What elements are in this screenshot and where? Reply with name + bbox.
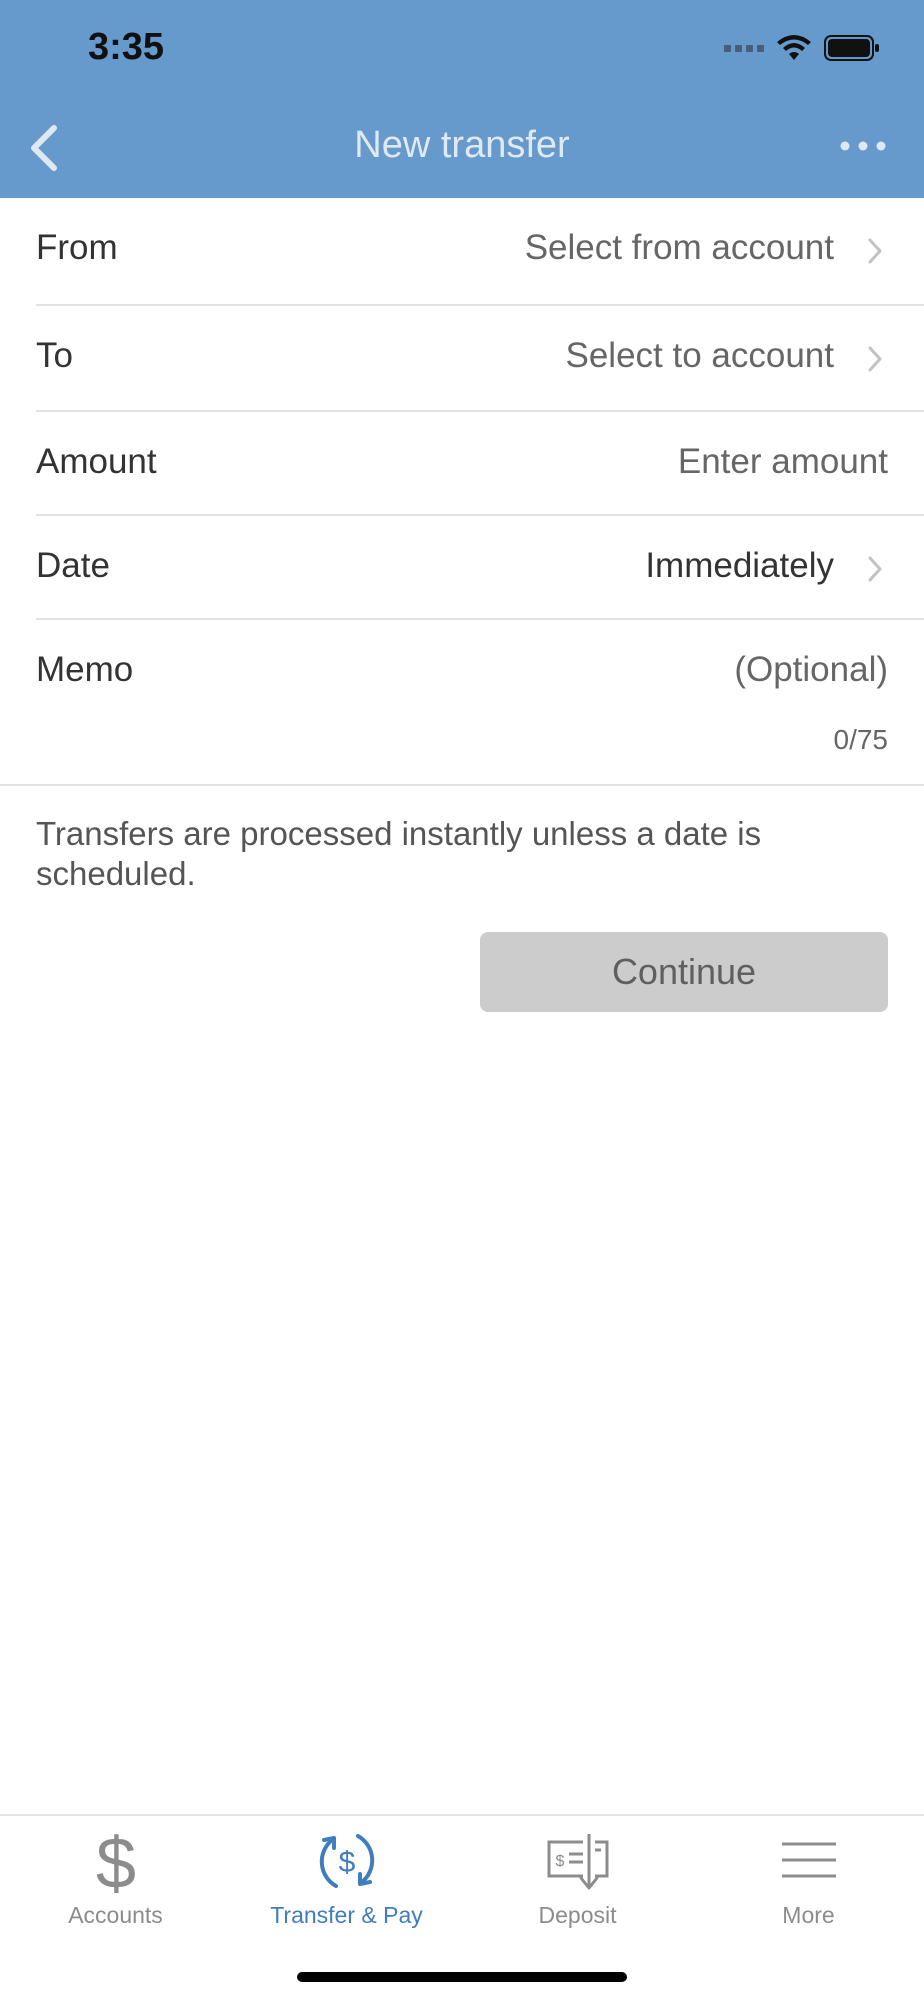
date-label: Date xyxy=(36,546,110,585)
to-label: To xyxy=(36,336,73,375)
check-deposit-icon: $ xyxy=(547,1832,608,1890)
tab-deposit[interactable]: $ Deposit xyxy=(462,1826,693,1936)
chevron-right-icon xyxy=(868,238,882,264)
from-account-row[interactable]: From Select from account xyxy=(36,198,924,306)
menu-icon xyxy=(781,1842,836,1878)
svg-text:$: $ xyxy=(555,1853,564,1870)
cellular-signal-icon xyxy=(724,44,764,52)
status-time: 3:35 xyxy=(88,26,165,68)
chevron-right-icon xyxy=(868,556,882,582)
tab-accounts[interactable]: $ Accounts xyxy=(0,1826,231,1936)
transfer-info-note: Transfers are processed instantly unless… xyxy=(36,815,762,892)
from-account-value: Select from account xyxy=(524,228,834,267)
chevron-right-icon xyxy=(868,346,882,372)
amount-input[interactable]: Enter amount xyxy=(678,442,888,482)
svg-text:$: $ xyxy=(95,1826,135,1896)
date-row[interactable]: Date Immediately xyxy=(36,516,924,620)
transfer-pay-icon: $ xyxy=(319,1834,374,1888)
page-title: New transfer xyxy=(354,124,570,166)
more-options-icon[interactable] xyxy=(838,136,888,156)
svg-text:$: $ xyxy=(338,1846,355,1879)
dollar-icon: $ xyxy=(95,1826,135,1896)
memo-character-count: 0/75 xyxy=(833,724,889,755)
memo-label: Memo xyxy=(36,650,134,689)
amount-label: Amount xyxy=(36,442,157,481)
memo-input[interactable]: (Optional) xyxy=(734,650,888,690)
home-indicator xyxy=(297,1972,627,1982)
to-account-row[interactable]: To Select to account xyxy=(36,306,924,412)
tab-deposit-label: Deposit xyxy=(538,1902,617,1928)
wifi-icon xyxy=(777,35,811,60)
from-label: From xyxy=(36,228,118,267)
tab-transfer-pay-label: Transfer & Pay xyxy=(270,1902,423,1928)
tab-more-label: More xyxy=(782,1902,835,1928)
amount-row: Amount Enter amount xyxy=(36,412,924,516)
memo-row: Memo (Optional) 0/75 xyxy=(0,620,924,786)
to-account-value: Select to account xyxy=(565,336,835,375)
date-value: Immediately xyxy=(645,546,834,585)
continue-button[interactable]: Continue xyxy=(480,932,888,1012)
tab-accounts-label: Accounts xyxy=(68,1902,163,1928)
status-icons xyxy=(724,34,880,62)
tab-transfer-pay[interactable]: $ Transfer & Pay xyxy=(231,1826,462,1936)
navigation-header: 3:35 New transfer xyxy=(0,0,924,198)
tab-more[interactable]: More xyxy=(693,1826,924,1936)
battery-icon xyxy=(824,35,879,61)
